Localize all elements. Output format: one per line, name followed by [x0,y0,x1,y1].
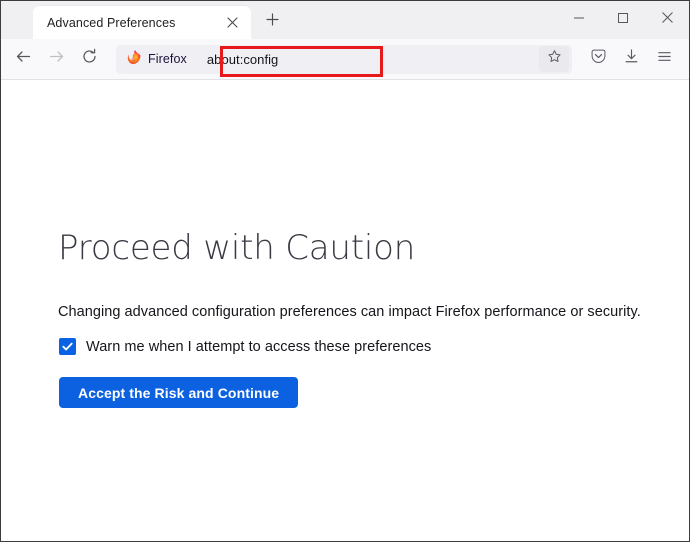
window-maximize-button[interactable] [601,1,645,39]
arrow-left-icon [15,48,32,70]
identity-brand-label: Firefox [148,52,187,66]
warn-me-checkbox-label: Warn me when I attempt to access these p… [86,339,431,355]
window-controls [557,1,689,39]
window-close-button[interactable] [645,1,689,39]
app-menu-button[interactable] [648,44,681,74]
minimize-icon [573,11,585,29]
about-config-warning: Proceed with Caution Changing advanced c… [58,228,649,408]
browser-tab-advanced-preferences[interactable]: Advanced Preferences [33,6,251,39]
toolbar-right-buttons [582,44,681,74]
url-input-wrap[interactable]: about:config [197,45,539,74]
close-icon[interactable] [221,12,243,34]
tab-strip: Advanced Preferences [1,1,689,39]
pocket-icon [590,48,607,70]
window-minimize-button[interactable] [557,1,601,39]
page-title: Proceed with Caution [58,228,649,268]
back-button[interactable] [7,44,40,74]
warning-description: Changing advanced configuration preferen… [58,302,649,322]
warn-me-checkbox-row[interactable]: Warn me when I attempt to access these p… [59,338,649,355]
identity-brand-chip[interactable]: Firefox [116,45,197,74]
download-icon [623,48,640,70]
page-content: Proceed with Caution Changing advanced c… [1,80,689,541]
navigation-toolbar: Firefox about:config [1,39,689,80]
hamburger-menu-icon [656,48,673,70]
warn-me-checkbox[interactable] [59,338,76,355]
maximize-icon [617,11,629,29]
plus-icon [266,13,279,31]
star-icon [547,49,562,69]
accept-risk-button[interactable]: Accept the Risk and Continue [59,377,298,408]
bookmark-button[interactable] [539,46,569,72]
pocket-button[interactable] [582,44,615,74]
address-bar[interactable]: Firefox about:config [116,45,572,74]
arrow-right-icon [48,48,65,70]
tab-title: Advanced Preferences [47,16,221,30]
browser-window: Advanced Preferences [0,0,690,542]
firefox-logo-icon [125,49,141,70]
downloads-button[interactable] [615,44,648,74]
reload-icon [81,48,98,70]
reload-button[interactable] [73,44,106,74]
new-tab-button[interactable] [257,7,287,37]
forward-button [40,44,73,74]
close-icon [661,11,674,29]
url-input[interactable]: about:config [207,52,278,67]
